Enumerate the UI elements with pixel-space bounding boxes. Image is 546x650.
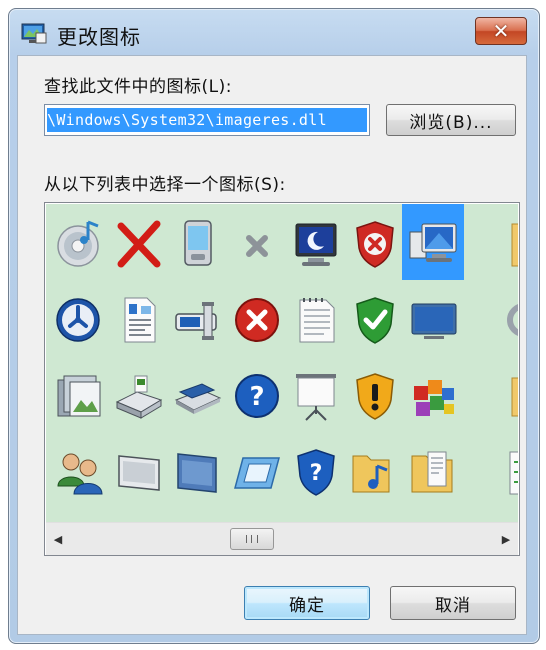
icon-cell-selected[interactable] [402, 204, 464, 280]
gear-partial-icon [507, 304, 518, 336]
icon-cell[interactable] [48, 356, 112, 432]
help-circle-icon: ? [235, 374, 279, 418]
icon-list[interactable]: ? ? ◀ ▶ [44, 202, 520, 556]
icon-cell[interactable] [466, 280, 518, 356]
icon-file-path-input[interactable]: \Windows\System32\imageres.dll [44, 104, 370, 136]
icon-cell[interactable] [225, 280, 289, 356]
icon-cell[interactable] [284, 204, 348, 280]
title-bar: 更改图标 ✕ [9, 9, 539, 55]
monitor-night-icon [295, 223, 337, 266]
close-icon: ✕ [492, 19, 510, 43]
icon-cell[interactable] [466, 356, 518, 432]
pda-device-icon [184, 220, 212, 266]
file-label: 查找此文件中的图标(L): [44, 77, 232, 97]
icon-cell[interactable]: ? [225, 356, 289, 432]
icon-cell[interactable] [402, 280, 466, 356]
icon-cell[interactable] [107, 432, 171, 508]
icon-cell[interactable] [343, 280, 407, 356]
dialog-body: 查找此文件中的图标(L): \Windows\System32\imageres… [17, 55, 527, 635]
folder-partial-icon [511, 223, 518, 267]
icon-cell[interactable] [48, 432, 112, 508]
icon-cell[interactable] [466, 432, 518, 508]
scroll-left-arrow-icon[interactable]: ◀ [46, 523, 70, 555]
icon-cell[interactable] [402, 432, 466, 508]
card-reader-icon [175, 302, 217, 340]
monitor-selected-icon [409, 223, 457, 262]
icon-cell[interactable] [343, 432, 407, 508]
blue-tile-icon [234, 457, 280, 489]
colorful-blocks-icon [414, 380, 454, 416]
arrows-partial-icon [509, 451, 518, 495]
change-icon-dialog: 更改图标 ✕ 查找此文件中的图标(L): \Windows\System32\i… [8, 8, 540, 644]
document-rich-icon [124, 297, 156, 343]
shield-warning-icon [356, 373, 394, 420]
scroll-thumb[interactable] [230, 528, 274, 550]
card-icon [118, 455, 160, 491]
horizontal-scrollbar[interactable]: ◀ ▶ [46, 522, 518, 555]
notepad-icon [299, 298, 335, 343]
icon-cell[interactable] [343, 204, 407, 280]
icon-cell[interactable] [48, 204, 112, 280]
svg-text:?: ? [249, 382, 264, 412]
icon-cell[interactable] [284, 280, 348, 356]
shield-help-icon: ? [297, 449, 335, 496]
close-button[interactable]: ✕ [475, 17, 527, 45]
icon-cell[interactable] [166, 356, 230, 432]
path-text-selected: \Windows\System32\imageres.dll [47, 108, 367, 132]
ok-button[interactable]: 确定 [244, 586, 370, 620]
blue-disc-icon [56, 298, 100, 342]
window-app-icon [21, 23, 47, 44]
scanner-icon [115, 375, 163, 419]
flatbed-icon [174, 383, 222, 414]
icon-cell[interactable] [225, 432, 289, 508]
projector-screen-icon [296, 374, 336, 421]
icon-grid: ? ? [46, 204, 518, 522]
icon-cell[interactable] [225, 204, 289, 280]
icon-cell[interactable] [343, 356, 407, 432]
cancel-button[interactable]: 取消 [390, 586, 516, 620]
cd-music-icon [57, 220, 99, 267]
icon-cell[interactable]: ? [284, 432, 348, 508]
shield-check-icon [356, 297, 394, 344]
icon-cell[interactable] [107, 204, 171, 280]
grip-icon [246, 535, 258, 543]
photo-library-icon [57, 375, 101, 417]
flat-monitor-icon [411, 303, 457, 339]
folder-partial-icon [511, 377, 518, 417]
shield-error-icon [356, 221, 394, 268]
red-x-icon [117, 220, 161, 268]
users-icon [57, 453, 103, 495]
error-circle-icon [235, 298, 279, 342]
svg-text:?: ? [310, 461, 323, 486]
icon-cell[interactable] [48, 280, 112, 356]
icon-cell[interactable] [166, 432, 230, 508]
icon-cell[interactable] [466, 204, 518, 280]
document-folder-icon [411, 451, 453, 493]
icon-list-label: 从以下列表中选择一个图标(S): [44, 175, 286, 195]
icon-cell[interactable] [402, 356, 466, 432]
gray-x-icon [246, 235, 268, 257]
music-folder-icon [352, 455, 390, 493]
icon-cell[interactable] [107, 280, 171, 356]
browse-button[interactable]: 浏览(B)... [386, 104, 516, 136]
window-title: 更改图标 [57, 25, 141, 49]
icon-cell[interactable] [284, 356, 348, 432]
icon-cell[interactable] [166, 280, 230, 356]
blue-panel-icon [177, 453, 217, 493]
icon-cell[interactable] [107, 356, 171, 432]
scroll-right-arrow-icon[interactable]: ▶ [494, 523, 518, 555]
icon-cell[interactable] [166, 204, 230, 280]
